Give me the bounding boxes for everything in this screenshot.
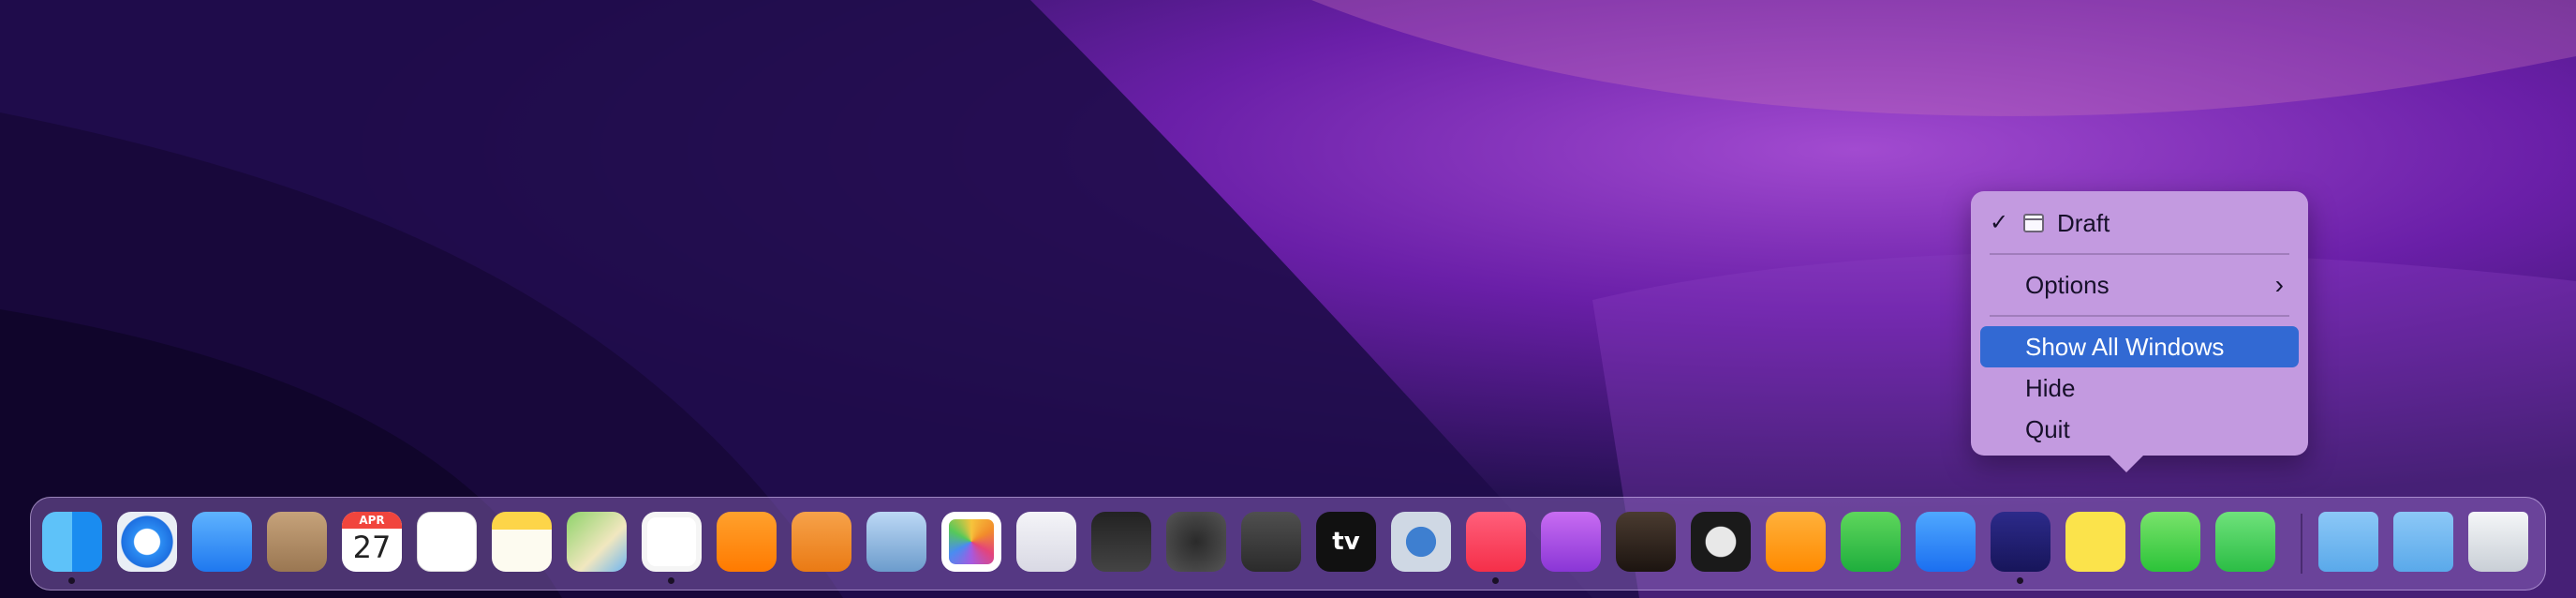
menu-item-quit[interactable]: Quit bbox=[1980, 409, 2299, 450]
dock-divider bbox=[2301, 514, 2302, 574]
keynote-icon[interactable] bbox=[1916, 512, 1976, 572]
music-icon[interactable] bbox=[1466, 512, 1526, 572]
downloads-folder-icon[interactable] bbox=[2393, 512, 2453, 572]
draft-app-icon[interactable] bbox=[1991, 512, 2050, 572]
photos-icon[interactable] bbox=[941, 512, 1001, 572]
reminders-icon[interactable] bbox=[417, 512, 477, 572]
contacts-icon[interactable] bbox=[267, 512, 327, 572]
keynote-remote-icon[interactable] bbox=[792, 512, 851, 572]
quicktime-icon[interactable] bbox=[1391, 512, 1451, 572]
menu-pointer bbox=[2110, 456, 2143, 472]
apple-tv-label: tv bbox=[1332, 528, 1360, 556]
preview-icon[interactable] bbox=[866, 512, 926, 572]
podcasts-icon[interactable] bbox=[1541, 512, 1601, 572]
menu-item-label: Quit bbox=[2025, 415, 2070, 443]
menu-separator bbox=[1990, 315, 2289, 317]
trash-icon[interactable] bbox=[2468, 512, 2528, 572]
applications-folder-icon[interactable] bbox=[2318, 512, 2378, 572]
safari-icon[interactable] bbox=[117, 512, 177, 572]
news-icon[interactable] bbox=[642, 512, 702, 572]
running-indicator bbox=[668, 577, 674, 584]
books-icon[interactable] bbox=[717, 512, 777, 572]
imovie-icon[interactable] bbox=[1016, 512, 1076, 572]
menu-item-options[interactable]: Options › bbox=[1980, 264, 2299, 306]
calendar-icon[interactable]: APR 27 bbox=[342, 512, 402, 572]
running-indicator bbox=[2017, 577, 2023, 584]
calendar-day-label: 27 bbox=[352, 530, 392, 565]
menu-separator bbox=[1990, 253, 2289, 255]
garageband-icon[interactable] bbox=[1616, 512, 1676, 572]
menu-item-label: Options bbox=[2025, 271, 2110, 299]
messages-icon[interactable] bbox=[2140, 512, 2200, 572]
finder-icon[interactable] bbox=[42, 512, 102, 572]
motion-icon[interactable] bbox=[1166, 512, 1226, 572]
final-cut-pro-icon[interactable] bbox=[1091, 512, 1151, 572]
checkmark-icon: ✓ bbox=[1990, 210, 2009, 235]
mail-icon[interactable] bbox=[192, 512, 252, 572]
menu-item-label: Hide bbox=[2025, 374, 2076, 402]
numbers-icon[interactable] bbox=[1841, 512, 1901, 572]
window-icon bbox=[2023, 214, 2044, 232]
compressor-icon[interactable] bbox=[1241, 512, 1301, 572]
notes-icon[interactable] bbox=[492, 512, 552, 572]
running-indicator bbox=[68, 577, 75, 584]
maps-icon[interactable] bbox=[567, 512, 627, 572]
dock-context-menu: ✓ Draft Options › Show All Windows Hide … bbox=[1971, 191, 2308, 472]
menu-item-label: Show All Windows bbox=[2025, 333, 2225, 361]
menu-item-show-all-windows[interactable]: Show All Windows bbox=[1980, 326, 2299, 367]
running-indicator bbox=[1492, 577, 1499, 584]
menu-item-hide[interactable]: Hide bbox=[1980, 367, 2299, 409]
pages-icon[interactable] bbox=[1766, 512, 1826, 572]
chevron-right-icon: › bbox=[2274, 270, 2284, 299]
facetime-icon[interactable] bbox=[2215, 512, 2275, 572]
calendar-month-label: APR bbox=[342, 512, 402, 529]
logic-pro-icon[interactable] bbox=[1691, 512, 1751, 572]
apple-tv-icon[interactable]: tv bbox=[1316, 512, 1376, 572]
menu-item-draft-window[interactable]: ✓ Draft bbox=[1980, 202, 2299, 244]
basecamp-icon[interactable] bbox=[2065, 512, 2125, 572]
